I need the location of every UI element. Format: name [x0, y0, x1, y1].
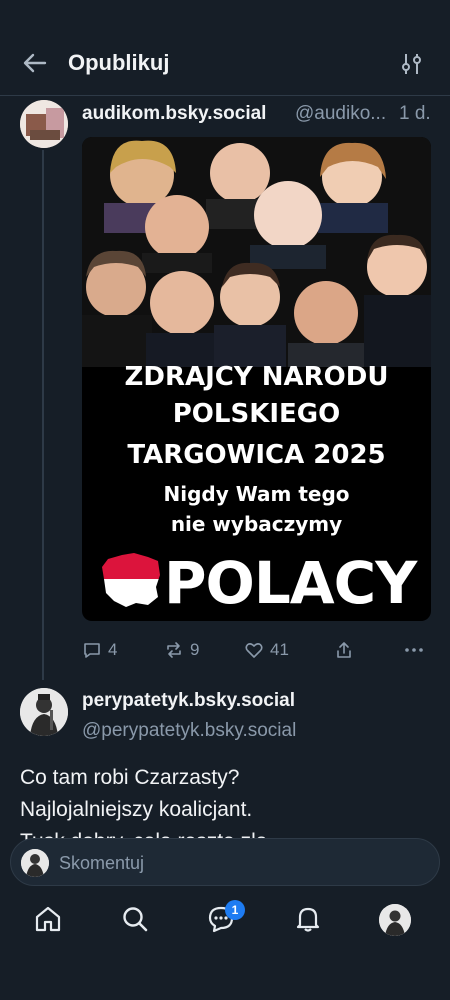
reply-author-avatar[interactable] — [20, 688, 68, 736]
post-author-handle[interactable]: @audiko... — [295, 103, 386, 125]
thread-line — [42, 150, 44, 680]
home-icon — [35, 906, 61, 932]
more-options-button[interactable] — [404, 636, 430, 664]
portrait-collage — [82, 137, 431, 367]
bottom-navigation — [0, 886, 450, 1000]
nav-profile-avatar[interactable] — [379, 904, 411, 936]
post-author-name[interactable]: audikom.bsky.social — [82, 103, 266, 125]
back-button[interactable] — [20, 48, 50, 78]
comment-composer[interactable]: Skomentuj — [10, 838, 440, 886]
nav-search[interactable] — [120, 904, 154, 938]
image-headline-3: TARGOWICA 2025 — [127, 440, 386, 470]
page-title: Opublikuj — [68, 50, 170, 75]
sliders-icon — [402, 54, 421, 74]
reply-text-line: Co tam robi Czarzasty? — [20, 766, 240, 789]
image-headline-2: POLSKIEGO — [172, 399, 341, 429]
repost-count: 9 — [190, 640, 200, 659]
reply-author-name[interactable]: perypatetyk.bsky.social — [82, 690, 295, 712]
comment-icon — [84, 643, 100, 658]
post-author-avatar[interactable] — [20, 100, 68, 148]
arrow-left-icon — [23, 53, 47, 73]
like-count: 41 — [270, 640, 289, 659]
image-subline-2: nie wybaczymy — [170, 512, 343, 536]
search-icon — [123, 907, 148, 932]
bell-icon — [296, 907, 320, 932]
more-horizontal-icon — [405, 648, 423, 652]
post-actions: 4 9 41 — [82, 636, 431, 664]
like-button[interactable]: 41 — [244, 636, 289, 664]
post-timestamp[interactable]: 1 d. — [399, 103, 431, 125]
poland-flag-map-icon — [102, 553, 160, 607]
comment-placeholder: Skomentuj — [59, 853, 145, 873]
avatar-image — [379, 904, 411, 936]
thread-settings-button[interactable] — [398, 50, 426, 78]
nav-notifications[interactable] — [293, 904, 327, 938]
reply-button[interactable]: 4 — [82, 636, 117, 664]
image-headline-1: ZDRAJCY NARODU — [124, 362, 389, 392]
reply-text-line: Najlojalniejszy koalicjant. — [20, 798, 253, 821]
post-image[interactable]: ZDRAJCY NARODU POLSKIEGO TARGOWICA 2025 … — [82, 137, 431, 621]
chat-unread-badge: 1 — [225, 900, 245, 920]
current-user-avatar — [21, 849, 49, 877]
top-bar: Opublikuj — [0, 0, 450, 96]
share-button[interactable] — [334, 636, 360, 664]
image-brand-text: POLACY — [164, 549, 417, 617]
avatar-image — [20, 100, 68, 148]
repost-button[interactable]: 9 — [164, 636, 199, 664]
heart-icon — [245, 643, 263, 658]
nav-home[interactable] — [33, 904, 67, 938]
share-icon — [337, 642, 351, 658]
reply-count: 4 — [108, 640, 118, 659]
repost-icon — [167, 642, 181, 658]
avatar-image — [20, 688, 68, 736]
reply-author-handle[interactable]: @perypatetyk.bsky.social — [82, 720, 296, 742]
image-subline-1: Nigdy Wam tego — [163, 482, 350, 506]
